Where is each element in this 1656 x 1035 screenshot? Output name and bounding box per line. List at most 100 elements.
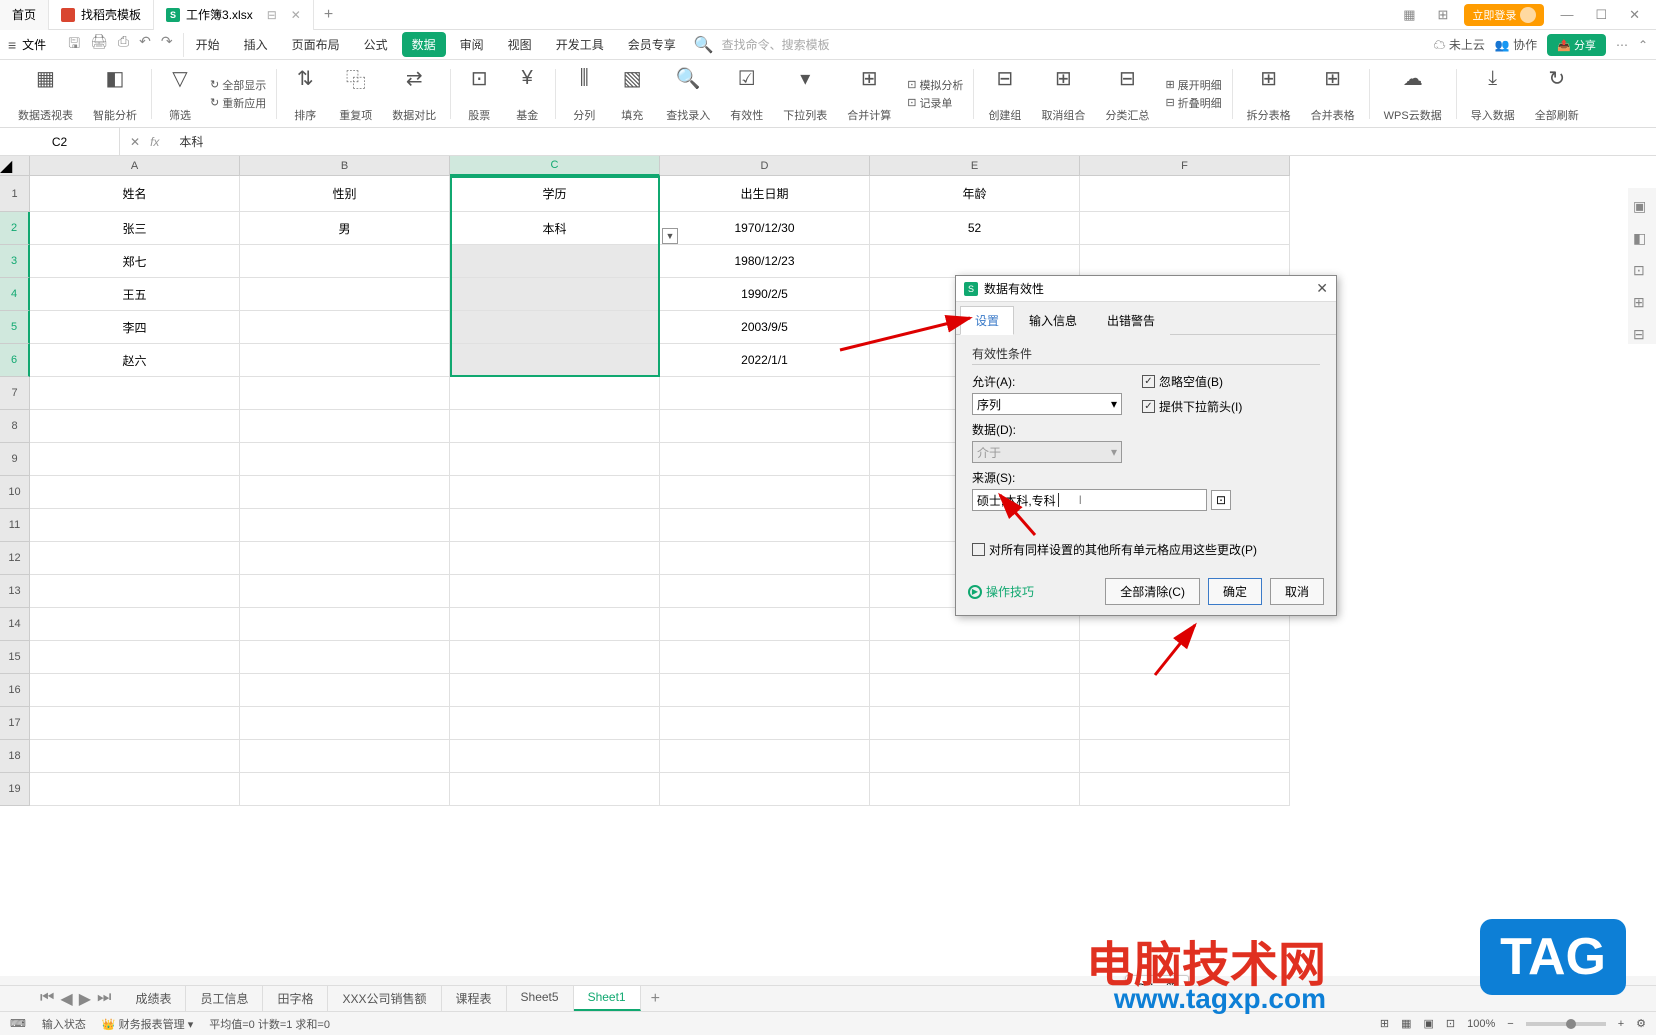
close-icon[interactable]: ⊟ [267, 8, 277, 22]
column-header[interactable]: D [660, 156, 870, 176]
cloud-status[interactable]: ☁ 未上云 [1434, 36, 1485, 53]
menu-item[interactable]: 数据 [402, 32, 446, 57]
range-picker-button[interactable]: ⊡ [1211, 490, 1231, 510]
row-header[interactable]: 14 [0, 608, 30, 641]
view-icon[interactable]: ⊞ [1380, 1017, 1389, 1030]
cell[interactable] [1080, 212, 1290, 245]
ribbon-sort[interactable]: ⇅排序 [283, 65, 327, 123]
view-icon[interactable]: ⊡ [1446, 1017, 1455, 1030]
save-icon[interactable]: 🖫 [68, 33, 80, 57]
side-icon[interactable]: ▣ [1633, 198, 1651, 216]
cell[interactable] [450, 542, 660, 575]
row-header[interactable]: 1 [0, 176, 30, 212]
cell[interactable]: 赵六 [30, 344, 240, 377]
tab-home[interactable]: 首页 [0, 0, 49, 30]
maximize-button[interactable]: ☐ [1589, 7, 1613, 23]
cell[interactable] [30, 542, 240, 575]
cell[interactable] [240, 707, 450, 740]
ribbon-cloud-data[interactable]: ☁WPS云数据 [1376, 65, 1450, 123]
ribbon-merge-table[interactable]: ⊞合并表格 [1303, 65, 1363, 123]
cell[interactable] [450, 443, 660, 476]
ribbon-compare[interactable]: ⇄数据对比 [384, 65, 444, 123]
menu-item[interactable]: 视图 [498, 32, 542, 57]
cell[interactable] [450, 410, 660, 443]
sheet-tab[interactable]: 成绩表 [121, 986, 186, 1011]
ignore-blank-checkbox[interactable]: ✓忽略空值(B) [1142, 373, 1242, 390]
cell[interactable]: 1980/12/23 [660, 245, 870, 278]
cell[interactable] [660, 674, 870, 707]
settings-icon[interactable]: ⚙ [1636, 1017, 1646, 1030]
preview-icon[interactable]: ⎙ [118, 33, 129, 57]
row-header[interactable]: 11 [0, 509, 30, 542]
sheet-nav-prev[interactable]: ◀ [60, 989, 72, 1009]
cell[interactable] [1080, 641, 1290, 674]
cell[interactable] [240, 377, 450, 410]
ribbon-ungroup[interactable]: ⊞取消组合 [1033, 65, 1093, 123]
ribbon-refresh[interactable]: ↻全部刷新 [1527, 65, 1587, 123]
row-header[interactable]: 10 [0, 476, 30, 509]
collab-button[interactable]: 👥 协作 [1495, 36, 1537, 53]
cell[interactable] [660, 509, 870, 542]
cell[interactable] [30, 641, 240, 674]
minimize-button[interactable]: — [1554, 7, 1579, 22]
cell[interactable] [660, 641, 870, 674]
source-input[interactable]: 硕士,本科,专科I [972, 489, 1207, 511]
ribbon-pivot[interactable]: ▦数据透视表 [10, 65, 81, 123]
cell[interactable] [660, 608, 870, 641]
cell[interactable]: 姓名 [30, 176, 240, 212]
ribbon-split-table[interactable]: ⊞拆分表格 [1239, 65, 1299, 123]
zoom-slider[interactable] [1526, 1022, 1606, 1026]
row-header[interactable]: 17 [0, 707, 30, 740]
cell[interactable] [1080, 674, 1290, 707]
share-button[interactable]: 📤 分享 [1547, 34, 1606, 56]
dialog-tab-settings[interactable]: 设置 [960, 306, 1014, 335]
cell[interactable] [870, 641, 1080, 674]
add-sheet-button[interactable]: + [641, 990, 670, 1008]
zoom-in[interactable]: + [1618, 1018, 1624, 1030]
grid-icon[interactable]: ▦ [1397, 7, 1421, 23]
cell[interactable] [660, 377, 870, 410]
cell[interactable] [660, 773, 870, 806]
cell[interactable]: 1990/2/5 [660, 278, 870, 311]
keyboard-icon[interactable]: ⌨ [10, 1017, 26, 1030]
collapse[interactable]: ⊟ 折叠明细 [1165, 95, 1221, 111]
cell[interactable]: 张三 [30, 212, 240, 245]
sheet-nav-first[interactable]: ⏮ [40, 989, 54, 1009]
sheet-tab[interactable]: Sheet1 [574, 986, 641, 1011]
sheet-nav-next[interactable]: ▶ [79, 989, 91, 1009]
cell[interactable] [660, 410, 870, 443]
column-header[interactable]: E [870, 156, 1080, 176]
reapply[interactable]: ↻ 重新应用 [210, 95, 266, 111]
ribbon-filter[interactable]: ▽筛选 [158, 65, 202, 123]
column-header[interactable]: A [30, 156, 240, 176]
name-box[interactable]: C2 [0, 128, 120, 155]
side-icon[interactable]: ◧ [1633, 230, 1651, 248]
cell[interactable]: 年龄 [870, 176, 1080, 212]
tab-templates[interactable]: 找稻壳模板 [49, 0, 154, 30]
dropdown-handle[interactable]: ▼ [662, 228, 678, 244]
ok-button[interactable]: 确定 [1208, 578, 1262, 605]
side-icon[interactable]: ⊡ [1633, 262, 1651, 280]
undo-icon[interactable]: ↶ [139, 33, 151, 57]
row-header[interactable]: 4 [0, 278, 30, 311]
cell[interactable]: 出生日期 [660, 176, 870, 212]
cell[interactable] [870, 674, 1080, 707]
row-header[interactable]: 16 [0, 674, 30, 707]
cell[interactable] [450, 773, 660, 806]
cell[interactable] [240, 740, 450, 773]
cell[interactable]: 本科 [450, 212, 660, 245]
cancel-icon[interactable]: ✕ [130, 135, 140, 149]
cell[interactable] [1080, 707, 1290, 740]
menu-item[interactable]: 插入 [234, 32, 278, 57]
dialog-titlebar[interactable]: S 数据有效性 ✕ [956, 276, 1336, 302]
cell[interactable] [240, 278, 450, 311]
row-header[interactable]: 19 [0, 773, 30, 806]
allow-combo[interactable]: 序列▾ [972, 393, 1122, 415]
cell[interactable] [660, 542, 870, 575]
tab-workbook[interactable]: S工作簿3.xlsx⊟✕ [154, 0, 314, 30]
cell[interactable] [450, 608, 660, 641]
sheet-tab[interactable]: 课程表 [442, 986, 507, 1011]
ribbon-stock[interactable]: ⊡股票 [457, 65, 501, 123]
cell[interactable] [450, 344, 660, 377]
cell[interactable] [30, 740, 240, 773]
